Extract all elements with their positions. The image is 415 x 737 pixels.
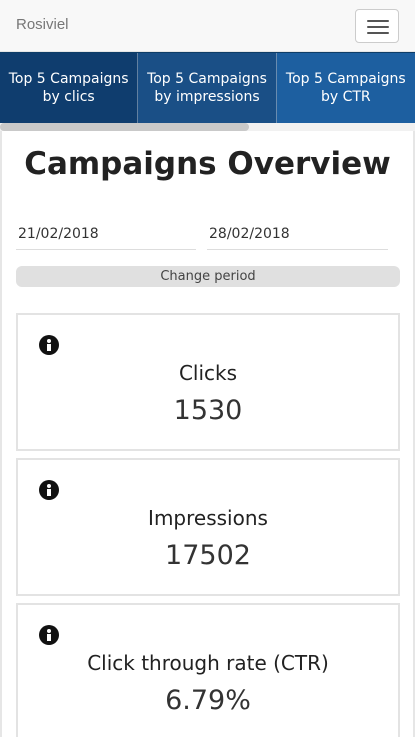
metric-card-ctr: Click through rate (CTR) 6.79% xyxy=(16,603,400,737)
hamburger-icon xyxy=(367,20,389,22)
metric-value: 1530 xyxy=(173,395,243,426)
navbar: Rosiviel xyxy=(0,0,415,52)
start-date-field[interactable]: 21/02/2018 xyxy=(16,222,196,250)
metric-value: 17502 xyxy=(165,540,251,571)
horizontal-scrollbar[interactable] xyxy=(0,123,415,131)
info-icon[interactable] xyxy=(39,480,59,500)
metric-label: Click through rate (CTR) xyxy=(87,651,329,675)
change-period-button[interactable]: Change period xyxy=(16,266,400,287)
metric-label: Impressions xyxy=(148,506,268,530)
tab-top-campaigns-clics[interactable]: Top 5 Campaigns by clics xyxy=(0,53,139,123)
tab-top-campaigns-impressions[interactable]: Top 5 Campaigns by impressions xyxy=(138,53,277,123)
metric-card-impressions: Impressions 17502 xyxy=(16,458,400,596)
tab-top-campaigns-ctr[interactable]: Top 5 Campaigns by CTR xyxy=(276,53,415,123)
metric-card-clicks: Clicks 1530 xyxy=(16,313,400,451)
info-icon[interactable] xyxy=(39,335,59,355)
menu-toggle-button[interactable] xyxy=(355,9,399,43)
brand-name[interactable]: Rosiviel xyxy=(16,16,69,33)
end-date-field[interactable]: 28/02/2018 xyxy=(207,222,388,250)
info-icon[interactable] xyxy=(39,625,59,645)
metric-label: Clicks xyxy=(178,361,238,385)
tab-bar: Top 5 Campaigns by clics Top 5 Campaigns… xyxy=(0,52,415,123)
metric-value: 6.79% xyxy=(165,685,251,716)
page-title: Campaigns Overview xyxy=(24,146,391,182)
scrollbar-thumb[interactable] xyxy=(0,123,249,131)
